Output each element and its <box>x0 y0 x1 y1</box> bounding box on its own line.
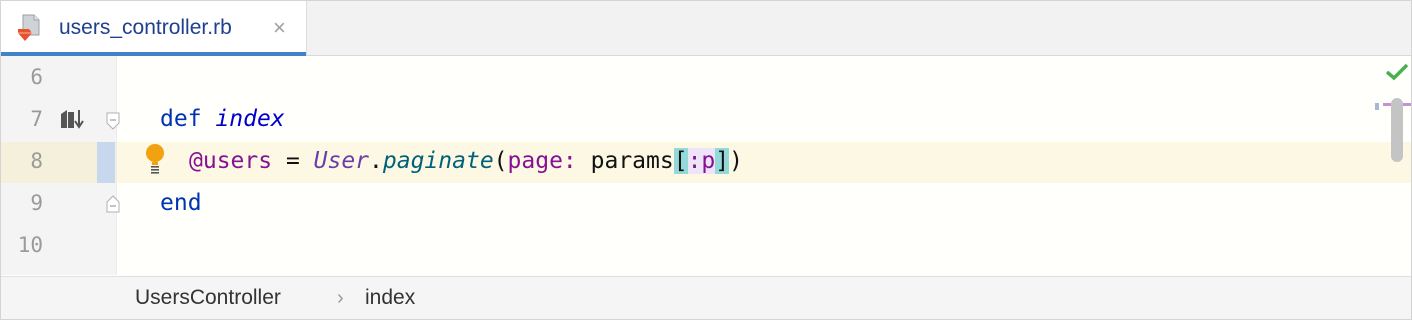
line-number: 9 <box>30 191 43 215</box>
symbol: :p <box>687 148 716 174</box>
open-paren: ( <box>493 148 508 174</box>
ruby-file-icon <box>18 14 40 41</box>
class-name: User <box>313 148 370 174</box>
breadcrumb-item-class[interactable]: UsersController <box>135 286 281 310</box>
code-line-9: end <box>160 190 202 216</box>
close-icon[interactable]: × <box>273 17 286 39</box>
code-line-7: def index <box>160 106 285 132</box>
tab-users-controller[interactable]: users_controller.rb × <box>1 1 307 56</box>
keyword-end: end <box>160 190 202 216</box>
change-marker[interactable] <box>97 142 115 183</box>
line-number: 10 <box>17 233 43 257</box>
scrollbar-thumb[interactable] <box>1391 98 1403 162</box>
fold-icon[interactable] <box>106 112 120 130</box>
overridden-method-icon[interactable] <box>59 108 85 130</box>
method-name: index <box>215 106 285 132</box>
line-number: 7 <box>30 107 43 131</box>
check-icon[interactable] <box>1385 62 1409 82</box>
breadcrumb: UsersController › index <box>1 276 1411 319</box>
editor-window: users_controller.rb × 6 7 8 9 10 def ind… <box>0 0 1412 320</box>
close-paren: ) <box>729 148 743 174</box>
dot: . <box>369 148 383 174</box>
code-editor[interactable]: 6 7 8 9 10 def index @users = User.pagin <box>1 56 1411 275</box>
line-number: 6 <box>30 65 43 89</box>
instance-variable: @users <box>189 148 273 174</box>
line-number: 8 <box>30 149 43 173</box>
tab-title: users_controller.rb <box>59 16 232 39</box>
method-call: paginate <box>382 148 494 174</box>
keyword-def: def <box>160 106 202 132</box>
error-stripe-mark[interactable] <box>1375 103 1379 110</box>
params-identifier: params <box>576 148 674 174</box>
keyword-arg: page: <box>507 148 577 174</box>
chevron-right-icon: › <box>337 287 344 309</box>
fold-end-icon[interactable] <box>106 195 120 213</box>
tab-bar: users_controller.rb × <box>1 1 1411 56</box>
close-bracket: ] <box>715 148 730 174</box>
breadcrumb-item-method[interactable]: index <box>365 286 415 310</box>
lightbulb-icon[interactable] <box>144 144 166 174</box>
open-bracket: [ <box>673 148 688 174</box>
assign-operator: = <box>272 148 314 174</box>
code-line-8: @users = User.paginate(page: params[:p]) <box>189 148 743 174</box>
